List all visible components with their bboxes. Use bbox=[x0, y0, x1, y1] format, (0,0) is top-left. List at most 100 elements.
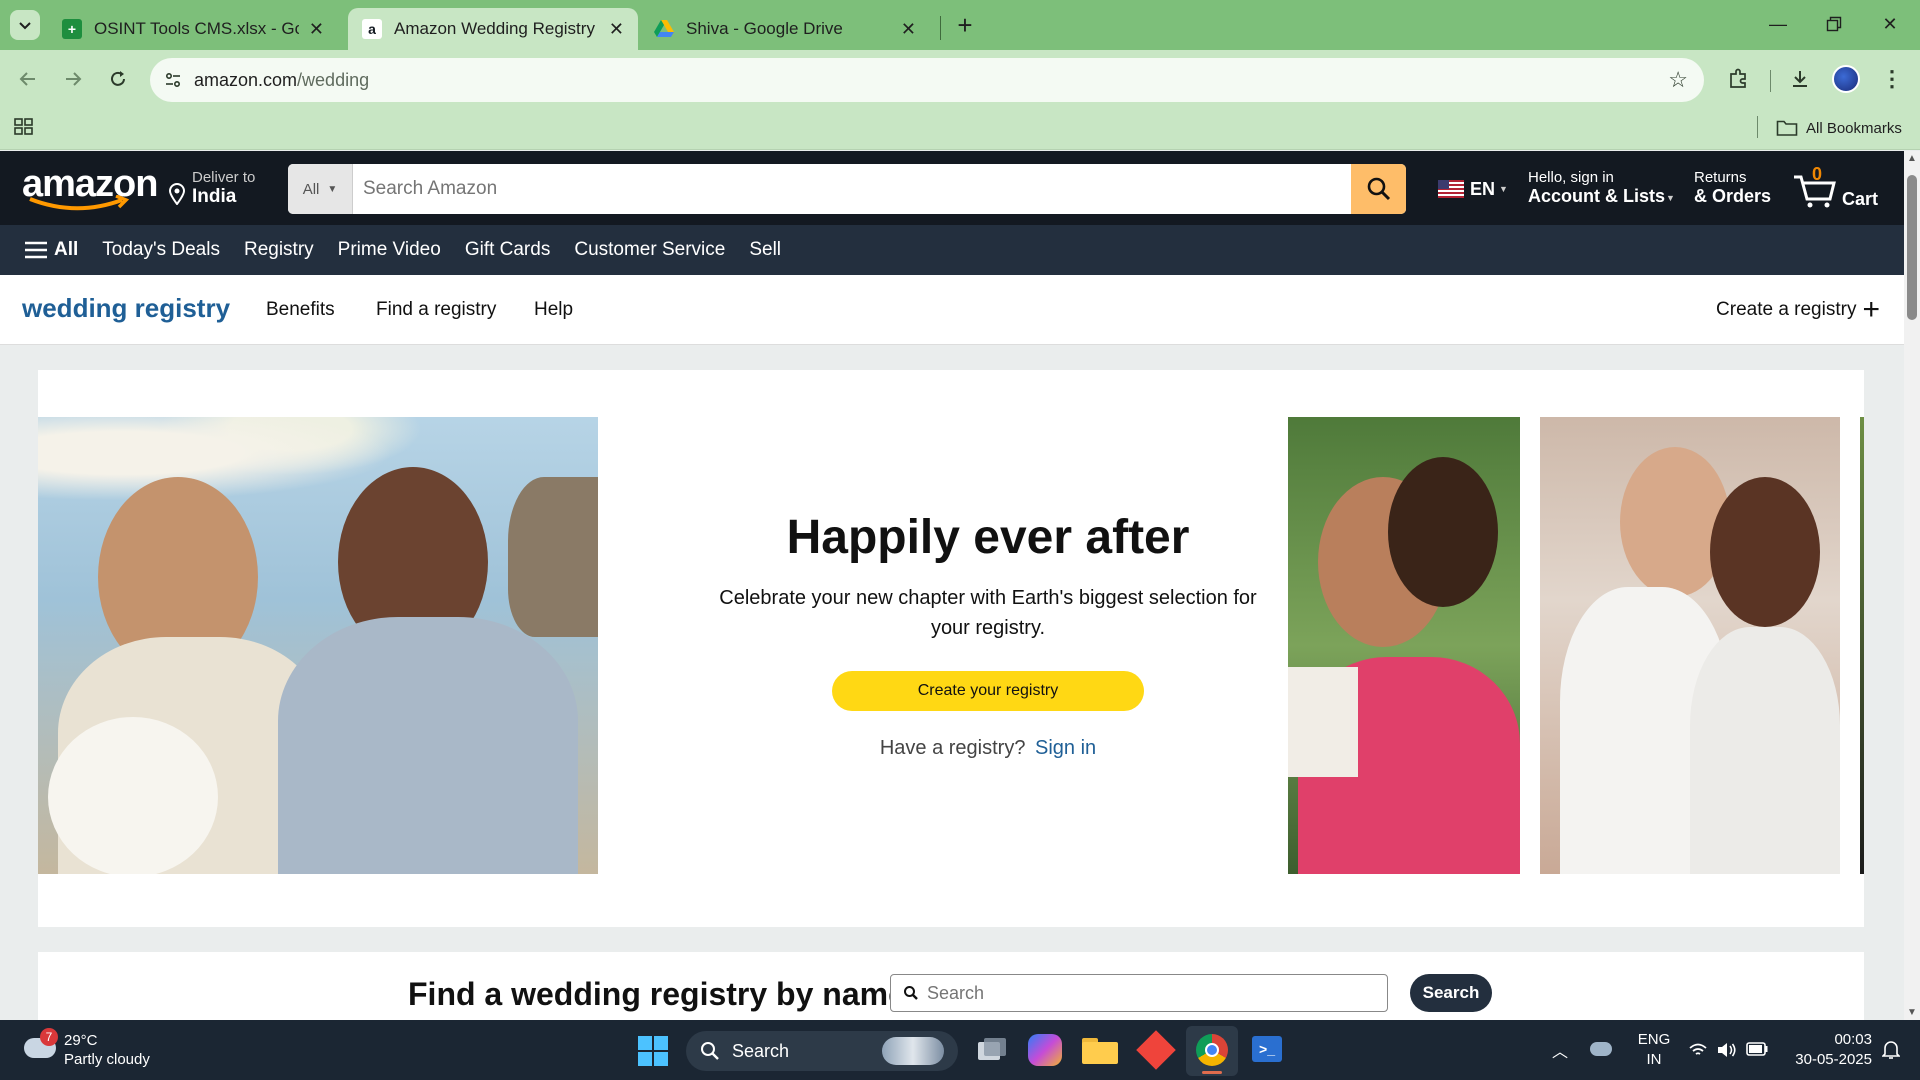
reload-button[interactable] bbox=[100, 61, 136, 97]
browser-menu-button[interactable]: ⋮ bbox=[1874, 61, 1910, 97]
deliver-to-label: Deliver to bbox=[192, 169, 256, 186]
active-app-indicator bbox=[1202, 1071, 1222, 1074]
close-icon[interactable]: ✕ bbox=[901, 19, 916, 40]
subnav-help[interactable]: Help bbox=[534, 299, 573, 321]
weather-badge: 7 bbox=[40, 1028, 58, 1046]
have-registry-text: Have a registry? bbox=[879, 737, 1026, 759]
clock[interactable]: 00:03 30-05-2025 bbox=[1782, 1030, 1872, 1070]
find-registry-card: Find a wedding registry by name Search bbox=[38, 952, 1864, 1020]
orders-label: & Orders bbox=[1694, 186, 1772, 206]
battery-icon[interactable] bbox=[1746, 1042, 1768, 1056]
minimize-icon: — bbox=[1769, 13, 1787, 34]
find-registry-input[interactable] bbox=[927, 982, 1387, 1004]
sign-in-link[interactable]: Sign in bbox=[1035, 737, 1096, 759]
nav-customer-service[interactable]: Customer Service bbox=[574, 239, 725, 261]
amazon-logo[interactable]: amazon bbox=[22, 163, 158, 213]
nav-all-menu[interactable]: All bbox=[24, 239, 78, 261]
apps-grid-icon[interactable] bbox=[14, 116, 38, 140]
page-scrollbar[interactable]: ▲ ▼ bbox=[1904, 151, 1920, 1020]
address-bar[interactable]: amazon.com /wedding ☆ bbox=[150, 58, 1704, 102]
cart-button[interactable]: 0 Cart bbox=[1792, 161, 1892, 217]
subnav-benefits[interactable]: Benefits bbox=[266, 299, 335, 321]
search-input[interactable] bbox=[353, 164, 1351, 214]
returns-label: Returns bbox=[1694, 169, 1747, 186]
hamburger-menu-icon bbox=[25, 241, 47, 259]
weather-desc: Partly cloudy bbox=[64, 1051, 150, 1068]
create-your-registry-button[interactable]: Create your registry bbox=[832, 671, 1144, 711]
bookmark-star-icon[interactable]: ☆ bbox=[1668, 67, 1688, 93]
volume-icon[interactable] bbox=[1716, 1041, 1738, 1059]
site-info-icon[interactable] bbox=[164, 71, 182, 89]
new-tab-button[interactable]: + bbox=[948, 8, 982, 42]
close-icon[interactable]: ✕ bbox=[309, 19, 324, 40]
search-icon bbox=[701, 1042, 719, 1060]
hero-text-block: Happily ever after Celebrate your new ch… bbox=[638, 510, 1338, 760]
weather-widget[interactable]: 7 29°C Partly cloudy bbox=[22, 1028, 202, 1072]
nav-all-label: All bbox=[54, 239, 79, 260]
account-and-lists[interactable]: Hello, sign in Account & Lists ▼ bbox=[1528, 169, 1678, 211]
start-button[interactable] bbox=[637, 1035, 669, 1067]
powershell-icon[interactable]: >_ bbox=[1252, 1036, 1282, 1062]
hero-card: Happily ever after Celebrate your new ch… bbox=[38, 370, 1864, 927]
taskbar-search[interactable]: Search bbox=[686, 1031, 958, 1071]
hero-photo-edge bbox=[1860, 417, 1864, 874]
scroll-down-icon[interactable]: ▼ bbox=[1907, 1007, 1917, 1018]
file-explorer-icon[interactable] bbox=[1082, 1036, 1118, 1064]
wifi-icon[interactable] bbox=[1688, 1042, 1708, 1058]
language-indicator[interactable]: ENG IN bbox=[1634, 1030, 1674, 1070]
find-registry-search-field[interactable] bbox=[890, 974, 1388, 1012]
chrome-taskbar-icon[interactable] bbox=[1186, 1026, 1238, 1076]
more-vert-icon: ⋮ bbox=[1881, 66, 1903, 91]
account-greeting: Hello, sign in bbox=[1528, 169, 1614, 186]
chevron-up-icon[interactable]: ︿ bbox=[1552, 1038, 1568, 1062]
anydesk-icon[interactable] bbox=[1136, 1030, 1176, 1070]
wedding-registry-brand[interactable]: wedding registry bbox=[22, 293, 230, 324]
tab-google-drive[interactable]: Shiva - Google Drive ✕ bbox=[640, 8, 930, 50]
scrollbar-thumb[interactable] bbox=[1907, 175, 1917, 320]
all-bookmarks-label: All Bookmarks bbox=[1806, 119, 1902, 137]
taskbar-search-label: Search bbox=[732, 1040, 790, 1061]
caret-down-icon: ▼ bbox=[327, 183, 338, 195]
clock-date: 30-05-2025 bbox=[1795, 1051, 1872, 1068]
find-registry-search-button[interactable]: Search bbox=[1410, 974, 1492, 1012]
arrow-left-icon bbox=[19, 72, 35, 86]
onedrive-icon[interactable] bbox=[1590, 1042, 1612, 1056]
search-highlight-image bbox=[882, 1037, 944, 1065]
folder-icon bbox=[1776, 120, 1798, 136]
nav-gift-cards[interactable]: Gift Cards bbox=[465, 239, 551, 261]
profile-avatar[interactable] bbox=[1828, 61, 1864, 97]
returns-and-orders[interactable]: Returns & Orders bbox=[1694, 169, 1774, 211]
tab-separator bbox=[940, 16, 941, 40]
language-selector[interactable]: EN ▼ bbox=[1438, 177, 1508, 201]
close-window-button[interactable]: ✕ bbox=[1862, 0, 1918, 48]
nav-todays-deals[interactable]: Today's Deals bbox=[102, 239, 220, 261]
downloads-icon[interactable] bbox=[1782, 61, 1818, 97]
location-pin-icon bbox=[168, 183, 186, 205]
caret-down-icon: ▼ bbox=[1499, 184, 1508, 194]
scroll-up-icon[interactable]: ▲ bbox=[1907, 153, 1917, 164]
tab-osint-tools[interactable]: + OSINT Tools CMS.xlsx - Google ✕ bbox=[48, 8, 338, 50]
extensions-icon[interactable] bbox=[1720, 61, 1756, 97]
url-domain: amazon.com bbox=[194, 69, 298, 90]
tab-title: OSINT Tools CMS.xlsx - Google bbox=[94, 19, 299, 38]
create-a-registry-link[interactable]: Create a registry + bbox=[1716, 295, 1880, 325]
subnav-find-a-registry[interactable]: Find a registry bbox=[376, 299, 496, 321]
search-category-dropdown[interactable]: All ▼ bbox=[288, 164, 353, 214]
back-button[interactable] bbox=[10, 61, 46, 97]
minimize-button[interactable]: — bbox=[1750, 0, 1806, 48]
notification-bell-icon[interactable] bbox=[1882, 1040, 1900, 1060]
close-icon[interactable]: ✕ bbox=[609, 19, 624, 40]
search-submit-button[interactable] bbox=[1351, 164, 1406, 214]
language-code: EN bbox=[1470, 178, 1496, 199]
restore-button[interactable] bbox=[1806, 0, 1862, 48]
nav-prime-video[interactable]: Prime Video bbox=[338, 239, 441, 261]
nav-registry[interactable]: Registry bbox=[244, 239, 314, 261]
task-view-icon[interactable] bbox=[976, 1036, 1006, 1064]
tab-title: Shiva - Google Drive bbox=[686, 19, 843, 38]
tab-search-button[interactable] bbox=[10, 10, 40, 40]
tab-amazon-wedding-registry[interactable]: a Amazon Wedding Registry ✕ bbox=[348, 8, 638, 50]
copilot-icon[interactable] bbox=[1028, 1034, 1062, 1066]
nav-sell[interactable]: Sell bbox=[749, 239, 781, 261]
forward-button[interactable] bbox=[55, 61, 91, 97]
all-bookmarks-button[interactable]: All Bookmarks bbox=[1776, 114, 1902, 142]
